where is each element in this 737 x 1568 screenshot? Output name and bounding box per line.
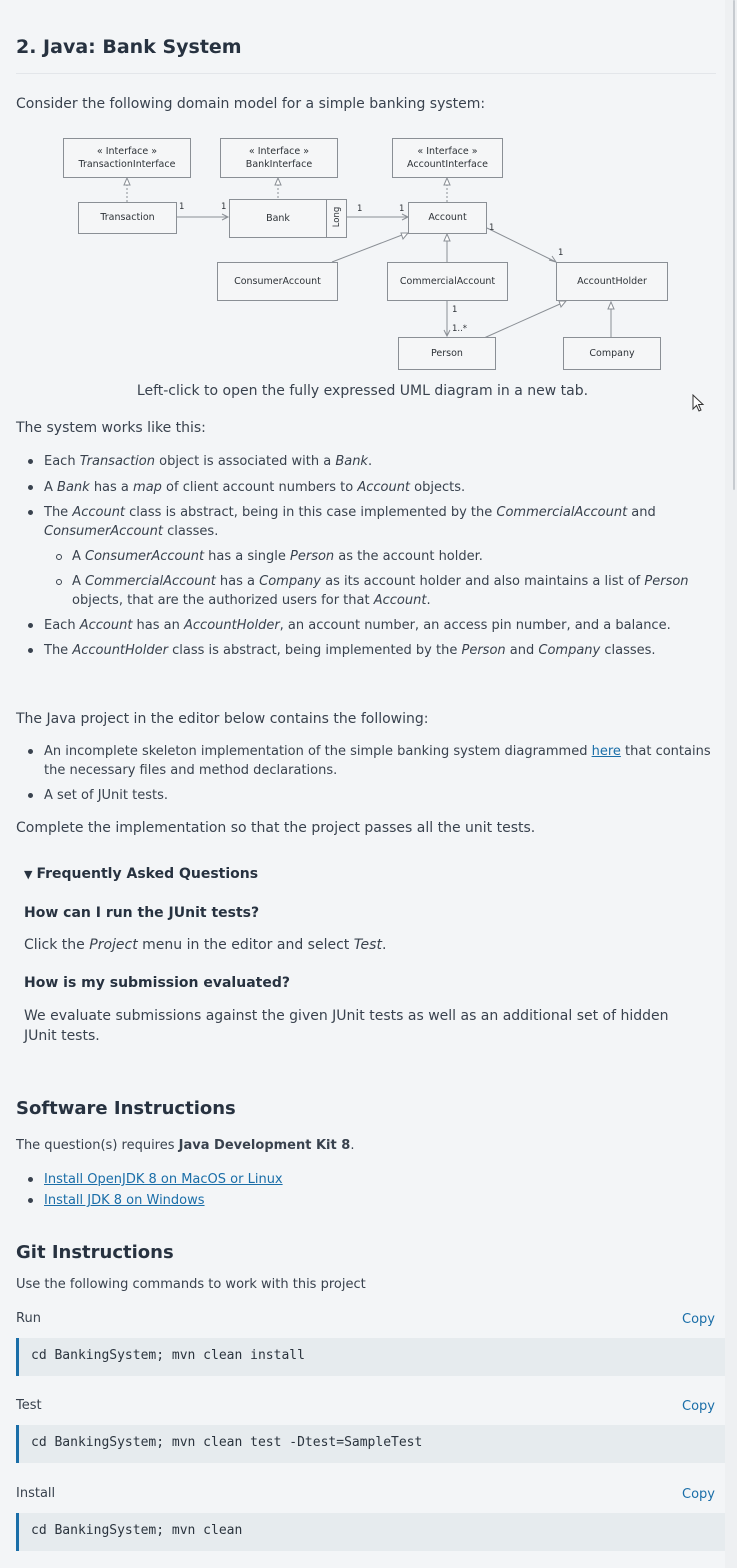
uml-company: Company [563, 337, 661, 370]
stereotype-label: « Interface » [96, 146, 158, 157]
caret-down-icon: ▼ [24, 868, 33, 881]
uml-consumer-account: ConsumerAccount [217, 262, 338, 301]
multiplicity-label: 1 [489, 223, 495, 233]
works-intro: The system works like this: [16, 420, 206, 436]
list-item: A set of JUnit tests. [26, 786, 716, 805]
intro-text: Consider the following domain model for … [16, 96, 486, 112]
software-heading: Software Instructions [16, 1098, 236, 1119]
list-item: Install OpenJDK 8 on MacOS or Linux [26, 1170, 526, 1189]
project-intro: The Java project in the editor below con… [16, 711, 429, 727]
class-name: TransactionInterface [78, 159, 176, 170]
copy-run-button[interactable]: Copy [682, 1312, 715, 1327]
git-intro: Use the following commands to work with … [16, 1277, 366, 1292]
uml-diagram-link[interactable]: here [592, 744, 621, 759]
title-divider [16, 73, 716, 74]
list-item: The AccountHolder class is abstract, bei… [26, 641, 716, 660]
code-block-install[interactable]: cd BankingSystem; mvn clean [16, 1513, 725, 1551]
multiplicity-label: 1 [179, 202, 185, 212]
diagram-caption: Left-click to open the fully expressed U… [136, 383, 589, 399]
bullet-icon [28, 623, 33, 628]
multiplicity-label: 1 [399, 204, 405, 214]
list-item: The Account class is abstract, being in … [26, 503, 716, 541]
bullet-icon [28, 648, 33, 653]
list-item: Install JDK 8 on Windows [26, 1191, 526, 1210]
mouse-pointer-icon [692, 394, 705, 412]
command-label-run: Run [16, 1311, 41, 1326]
code-block-test[interactable]: cd BankingSystem; mvn clean test -Dtest=… [16, 1425, 725, 1463]
uml-bank-interface: « Interface » BankInterface [220, 138, 338, 178]
page-title: 2. Java: Bank System [16, 36, 242, 58]
multiplicity-label: 1..* [452, 324, 468, 334]
install-jdk-windows-link[interactable]: Install JDK 8 on Windows [44, 1193, 205, 1208]
stereotype-label: « Interface » [248, 146, 310, 157]
command-text: cd BankingSystem; mvn clean install [31, 1348, 305, 1363]
software-requirement: The question(s) requires Java Developmen… [16, 1138, 355, 1153]
system-rules-list: Each Transaction object is associated wi… [26, 452, 716, 660]
stereotype-label: « Interface » [417, 146, 478, 157]
install-openjdk-link[interactable]: Install OpenJDK 8 on MacOS or Linux [44, 1172, 283, 1187]
command-label-install: Install [16, 1486, 56, 1501]
class-name: BankInterface [245, 159, 313, 170]
faq-question: How can I run the JUnit tests? [24, 905, 260, 921]
bullet-icon [28, 793, 33, 798]
faq-toggle[interactable]: ▼ Frequently Asked Questions [24, 866, 258, 882]
bullet-icon [28, 749, 33, 754]
vertical-scrollbar[interactable] [725, 0, 737, 1568]
bullet-icon [28, 485, 33, 490]
uml-transaction-interface: « Interface » TransactionInterface [63, 138, 191, 178]
uml-account-holder: AccountHolder [556, 262, 668, 301]
list-item: A Bank has a map of client account numbe… [26, 478, 716, 497]
code-block-run[interactable]: cd BankingSystem; mvn clean install [16, 1338, 725, 1376]
multiplicity-label: 1 [452, 305, 458, 315]
scrollbar-thumb[interactable] [733, 0, 735, 490]
copy-install-button[interactable]: Copy [682, 1487, 715, 1502]
multiplicity-label: 1 [357, 204, 363, 214]
list-item: Each Account has an AccountHolder, an ac… [26, 616, 716, 635]
project-contents-list: An incomplete skeleton implementation of… [26, 742, 716, 805]
list-item: Each Transaction object is associated wi… [26, 452, 716, 471]
uml-bank: Bank Long [229, 199, 347, 238]
list-item: An incomplete skeleton implementation of… [26, 742, 716, 780]
uml-diagram[interactable]: « Interface » TransactionInterface « Int… [60, 136, 670, 376]
bullet-icon [56, 554, 62, 560]
multiplicity-label: 1 [221, 202, 227, 212]
uml-commercial-account: CommercialAccount [387, 262, 508, 301]
faq-answer: Click the Project menu in the editor and… [24, 937, 387, 953]
map-key-label: Long [332, 206, 342, 228]
bullet-icon [28, 510, 33, 515]
bullet-icon [28, 1198, 33, 1203]
uml-transaction: Transaction [78, 202, 177, 234]
faq-question: How is my submission evaluated? [24, 975, 290, 991]
command-text: cd BankingSystem; mvn clean test -Dtest=… [31, 1435, 423, 1450]
class-name: AccountInterface [407, 159, 488, 170]
uml-person: Person [398, 337, 496, 370]
bullet-icon [28, 459, 33, 464]
problem-page: 2. Java: Bank System Consider the follow… [0, 0, 725, 1568]
install-links-list: Install OpenJDK 8 on MacOS or Linux Inst… [26, 1170, 526, 1210]
uml-account: Account [408, 202, 487, 234]
multiplicity-label: 1 [558, 248, 564, 258]
copy-test-button[interactable]: Copy [682, 1399, 715, 1414]
class-name: Bank [266, 213, 290, 224]
map-key-compartment: Long [326, 200, 347, 237]
git-heading: Git Instructions [16, 1242, 174, 1263]
list-item: A CommercialAccount has a Company as its… [26, 572, 716, 610]
completion-instructions: Complete the implementation so that the … [16, 820, 536, 836]
bullet-icon [56, 579, 62, 585]
command-text: cd BankingSystem; mvn clean [31, 1523, 243, 1538]
command-label-test: Test [16, 1398, 42, 1413]
list-item: A ConsumerAccount has a single Person as… [26, 547, 716, 566]
bullet-icon [28, 1177, 33, 1182]
faq-answer: We evaluate submissions against the give… [24, 1008, 669, 1044]
uml-account-interface: « Interface » AccountInterface [392, 138, 503, 178]
